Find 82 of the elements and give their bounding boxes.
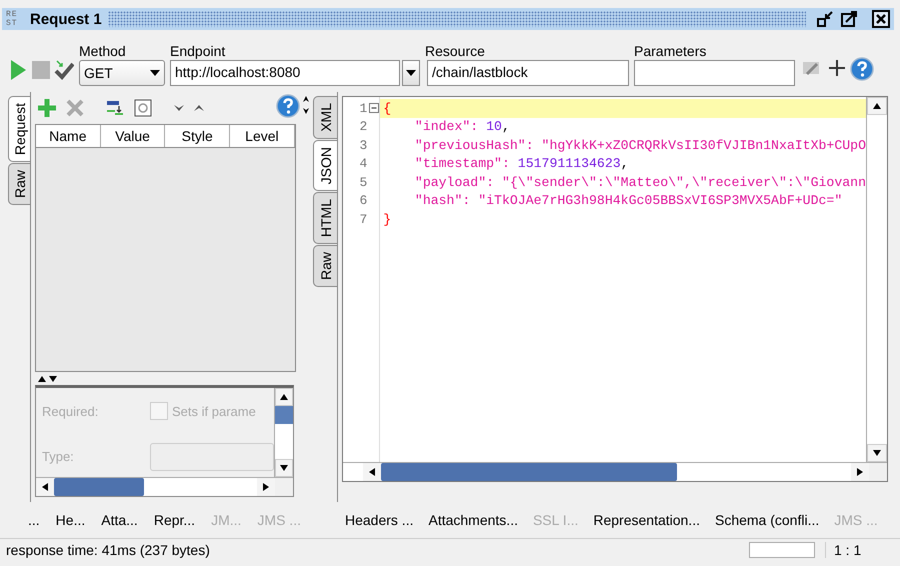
line-number: 2 <box>359 119 368 134</box>
arrow-left-icon[interactable] <box>369 468 376 476</box>
endpoint-dropdown-button[interactable] <box>402 60 420 86</box>
horizontal-scrollbar[interactable] <box>343 462 887 481</box>
arrow-right-icon[interactable] <box>262 483 269 491</box>
bottom-tab[interactable]: Attachments... <box>428 512 518 528</box>
arrow-down-icon[interactable] <box>280 465 288 471</box>
minimize-icon[interactable] <box>816 10 834 28</box>
maximize-icon[interactable] <box>840 10 858 28</box>
check-icon[interactable] <box>54 58 74 82</box>
plus-icon[interactable] <box>827 58 847 78</box>
bottom-tab[interactable]: He... <box>56 512 86 528</box>
code-line: "index": 10, <box>414 119 510 134</box>
scroll-thumb[interactable] <box>381 463 678 481</box>
method-label: Method <box>79 43 127 60</box>
endpoint-field[interactable]: http://localhost:8080 <box>170 60 400 86</box>
line-number: 6 <box>359 193 368 208</box>
code-line: "payload": "{\"sender\":\"Matteo\",\"receiver\":\"Giovann <box>414 174 866 190</box>
required-label: Required: <box>42 404 100 419</box>
splitter-arrows-icon[interactable] <box>37 374 59 383</box>
caret-icon <box>406 70 416 76</box>
scroll-thumb[interactable] <box>54 478 144 496</box>
side-tab[interactable]: Raw <box>8 163 30 206</box>
endpoint-label: Endpoint <box>170 43 226 60</box>
checkbox[interactable] <box>150 402 168 420</box>
bottom-tab[interactable]: Repr... <box>154 512 196 528</box>
side-tab[interactable]: XML <box>313 96 338 139</box>
column-header[interactable]: Value <box>100 125 166 147</box>
side-tab[interactable]: Request <box>8 96 30 162</box>
code-line: "hash": "iTkOJAe7rHG3h98H4kGc05BBSxVI6SP3MVX5AbF+UDc=" <box>414 193 842 208</box>
help-icon[interactable] <box>276 94 300 118</box>
scroll-thumb[interactable] <box>274 406 293 424</box>
line-number: 1 <box>359 100 368 116</box>
line-number: 3 <box>359 138 368 153</box>
cursor-position: 1 : 1 <box>825 542 894 558</box>
code-line: { <box>383 100 392 116</box>
parameters-label: Parameters <box>634 43 708 60</box>
rest-logo: RE ST <box>6 10 19 28</box>
vertical-scrollbar[interactable] <box>274 388 293 477</box>
bottom-tab[interactable]: Schema (confli... <box>714 512 820 528</box>
help-icon[interactable] <box>850 57 874 81</box>
progress-field <box>749 542 815 558</box>
scrollbar-corner <box>869 463 887 481</box>
line-number: 4 <box>359 156 368 172</box>
type-field[interactable] <box>150 442 274 471</box>
line-number: 7 <box>359 212 368 227</box>
column-header[interactable]: Level <box>230 125 295 147</box>
code-line: "timestamp": 1517911134623, <box>414 156 629 172</box>
vertical-scrollbar[interactable] <box>866 97 887 462</box>
code-line: "previousHash": "hgYkkK+xZ0CRQRkVsII30fVJIBn1NxaItXb+CUpO <box>414 138 866 153</box>
resource-field[interactable]: /chain/lastblock <box>427 60 629 86</box>
code-editor[interactable] <box>342 96 888 482</box>
window-title: Request 1 <box>30 10 102 28</box>
column-header[interactable]: Name <box>36 125 101 147</box>
type-label: Type: <box>42 449 75 464</box>
side-tab[interactable]: Raw <box>313 245 338 288</box>
close-icon[interactable] <box>872 10 890 28</box>
arrow-right-icon[interactable] <box>857 468 863 476</box>
fold-icon[interactable] <box>369 103 380 114</box>
side-tab[interactable]: HTML <box>313 192 338 244</box>
arrow-left-icon[interactable] <box>42 483 48 491</box>
bottom-tab[interactable]: Atta... <box>101 512 138 528</box>
arrow-down-icon[interactable] <box>873 450 881 456</box>
checkbox-label: Sets if parame <box>172 404 256 419</box>
arrow-up-icon[interactable] <box>873 103 881 109</box>
bottom-tab[interactable]: Headers ... <box>345 512 414 528</box>
parameters-field[interactable] <box>634 60 795 86</box>
move-up-icon[interactable] <box>193 103 205 113</box>
side-tab[interactable]: JSON <box>313 140 338 192</box>
move-down-icon[interactable] <box>173 103 185 113</box>
code-line: } <box>383 212 392 227</box>
column-header[interactable]: Style <box>165 125 230 147</box>
horizontal-scrollbar[interactable] <box>36 477 293 496</box>
caret-icon <box>150 70 160 76</box>
collapse-arrows-icon[interactable] <box>302 94 310 116</box>
line-number: 5 <box>359 174 368 190</box>
bottom-tab[interactable]: ... <box>28 512 40 528</box>
method-dropdown[interactable]: GET <box>79 60 165 86</box>
arrow-up-icon[interactable] <box>280 394 288 400</box>
bottom-tab[interactable]: Representation... <box>593 512 700 528</box>
status-message: response time: 41ms (237 bytes) <box>6 542 210 558</box>
resource-label: Resource <box>425 43 486 60</box>
